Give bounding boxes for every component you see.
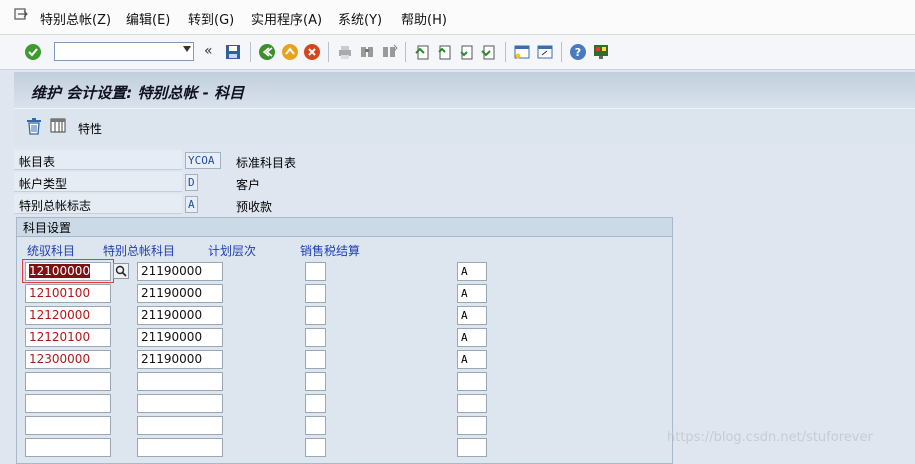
chart-of-accounts-label-box: 帐目表 bbox=[14, 150, 182, 170]
last-page-icon[interactable] bbox=[479, 43, 497, 61]
planning-level-cell[interactable] bbox=[305, 372, 326, 391]
special-gl-account-cell[interactable] bbox=[137, 394, 223, 413]
account-type-description: 客户 bbox=[236, 178, 261, 192]
chart-of-accounts-label: 帐目表 bbox=[19, 155, 56, 169]
chart-of-accounts-description: 标准科目表 bbox=[236, 156, 297, 170]
special-gl-account-cell[interactable]: 21190000 bbox=[137, 262, 223, 281]
toolbar-separator bbox=[328, 42, 329, 62]
back-icon[interactable] bbox=[258, 43, 276, 61]
toolbar-separator bbox=[561, 42, 562, 62]
chart-of-accounts-field[interactable]: YCOA bbox=[185, 152, 221, 169]
special-gl-description: 预收款 bbox=[236, 200, 273, 214]
special-gl-account-cell[interactable]: 21190000 bbox=[137, 328, 223, 347]
account-type-field[interactable]: D bbox=[185, 174, 198, 191]
exit-icon[interactable] bbox=[281, 43, 299, 61]
selected-text: 12100000 bbox=[29, 264, 91, 278]
toolbar-separator bbox=[250, 42, 251, 62]
col-header-special-gl-account: 特别总帐科目 bbox=[103, 244, 176, 258]
watermark-text: https://blog.csdn.net/stuforever bbox=[667, 430, 873, 445]
attributes-button[interactable]: 特性 bbox=[78, 120, 102, 137]
tax-clearing-cell[interactable]: A bbox=[457, 306, 487, 325]
special-gl-label-box: 特别总帐标志 bbox=[14, 194, 182, 214]
special-gl-label: 特别总帐标志 bbox=[19, 199, 92, 213]
planning-level-cell[interactable] bbox=[305, 394, 326, 413]
menu-bar: 特别总帐(Z) 编辑(E) 转到(G) 实用程序(A) 系统(Y) 帮助(H) bbox=[0, 0, 915, 35]
menu-special-gl[interactable]: 特别总帐(Z) bbox=[40, 9, 111, 28]
collapse-icon[interactable]: « bbox=[204, 43, 213, 59]
tax-clearing-cell[interactable]: A bbox=[457, 350, 487, 369]
toolbar-separator bbox=[405, 42, 406, 62]
planning-level-cell[interactable] bbox=[305, 284, 326, 303]
search-icon bbox=[115, 265, 127, 277]
tax-clearing-cell[interactable] bbox=[457, 394, 487, 413]
first-page-icon[interactable] bbox=[413, 43, 431, 61]
special-gl-account-cell[interactable]: 21190000 bbox=[137, 284, 223, 303]
planning-level-cell[interactable] bbox=[305, 416, 326, 435]
menu-edit[interactable]: 编辑(E) bbox=[126, 9, 170, 28]
col-header-recon-account: 统驭科目 bbox=[27, 244, 76, 258]
value-help-button[interactable] bbox=[113, 263, 129, 279]
recon-account-cell[interactable]: 12300000 bbox=[25, 350, 111, 369]
tax-clearing-cell[interactable]: A bbox=[457, 328, 487, 347]
find-next-icon[interactable] bbox=[380, 43, 398, 61]
planning-level-cell[interactable] bbox=[305, 306, 326, 325]
recon-account-cell[interactable]: 12120100 bbox=[25, 328, 111, 347]
menu-goto[interactable]: 转到(G) bbox=[188, 9, 234, 28]
screen-title-bar: 维护 会计设置: 特别总帐 - 科目 bbox=[14, 72, 915, 108]
create-session-icon[interactable] bbox=[513, 43, 531, 61]
find-icon[interactable] bbox=[358, 43, 376, 61]
command-field[interactable] bbox=[54, 42, 194, 61]
menu-help[interactable]: 帮助(H) bbox=[401, 9, 447, 28]
cancel-icon[interactable] bbox=[303, 43, 321, 61]
delete-icon[interactable] bbox=[25, 118, 43, 135]
group-title-bar: 科目设置 bbox=[17, 218, 672, 237]
planning-level-cell[interactable] bbox=[305, 350, 326, 369]
recon-account-cell[interactable] bbox=[25, 372, 111, 391]
tax-clearing-cell[interactable] bbox=[457, 372, 487, 391]
special-gl-account-cell[interactable] bbox=[137, 438, 223, 457]
print-icon[interactable] bbox=[336, 43, 354, 61]
planning-level-cell[interactable] bbox=[305, 328, 326, 347]
recon-account-cell[interactable]: 12100100 bbox=[25, 284, 111, 303]
application-toolbar: 特性 bbox=[14, 108, 915, 145]
col-header-planning-level: 计划层次 bbox=[208, 244, 257, 258]
planning-level-cell[interactable] bbox=[305, 262, 326, 281]
special-gl-field[interactable]: A bbox=[185, 196, 198, 213]
save-icon[interactable] bbox=[224, 43, 242, 61]
recon-account-cell[interactable] bbox=[25, 394, 111, 413]
account-type-label: 帐户类型 bbox=[19, 177, 68, 191]
tax-clearing-cell[interactable]: A bbox=[457, 262, 487, 281]
chevron-down-icon[interactable] bbox=[183, 46, 191, 52]
recon-account-cell[interactable] bbox=[25, 438, 111, 457]
toolbar-separator bbox=[505, 42, 506, 62]
recon-account-cell[interactable] bbox=[25, 416, 111, 435]
special-gl-account-cell[interactable]: 21190000 bbox=[137, 306, 223, 325]
tax-clearing-cell[interactable]: A bbox=[457, 284, 487, 303]
previous-page-icon[interactable] bbox=[435, 43, 453, 61]
menu-utilities[interactable]: 实用程序(A) bbox=[251, 9, 322, 28]
special-gl-account-cell[interactable] bbox=[137, 372, 223, 391]
page-title: 维护 会计设置: 特别总帐 - 科目 bbox=[31, 84, 245, 102]
standard-toolbar: « ? bbox=[0, 35, 915, 70]
recon-account-cell[interactable]: 12100000 bbox=[25, 262, 111, 281]
account-type-label-box: 帐户类型 bbox=[14, 172, 182, 192]
col-header-tax-clearing: 销售税结算 bbox=[300, 244, 361, 258]
shortcut-icon[interactable] bbox=[536, 43, 554, 61]
system-menu-icon[interactable] bbox=[14, 8, 28, 22]
planning-level-cell[interactable] bbox=[305, 438, 326, 457]
enter-icon[interactable] bbox=[24, 43, 42, 61]
special-gl-account-cell[interactable]: 21190000 bbox=[137, 350, 223, 369]
group-title: 科目设置 bbox=[23, 221, 72, 235]
tax-clearing-cell[interactable] bbox=[457, 416, 487, 435]
table-icon[interactable] bbox=[50, 118, 66, 133]
svg-text:?: ? bbox=[575, 46, 581, 59]
layout-icon[interactable] bbox=[592, 43, 610, 61]
tax-clearing-cell[interactable] bbox=[457, 438, 487, 457]
menu-system[interactable]: 系统(Y) bbox=[338, 9, 382, 28]
next-page-icon[interactable] bbox=[457, 43, 475, 61]
help-icon[interactable]: ? bbox=[569, 43, 587, 61]
special-gl-account-cell[interactable] bbox=[137, 416, 223, 435]
recon-account-cell[interactable]: 12120000 bbox=[25, 306, 111, 325]
